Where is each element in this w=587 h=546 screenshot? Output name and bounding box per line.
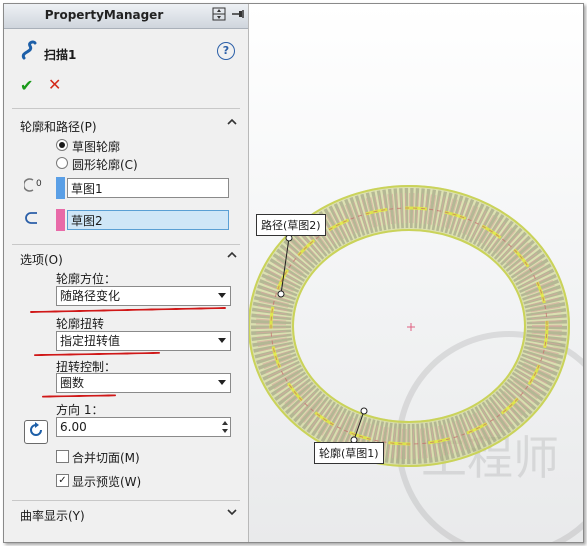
chevron-up-icon[interactable]: [226, 116, 238, 131]
checkbox[interactable]: ✓: [56, 474, 69, 487]
dropdown-arrow-icon[interactable]: [218, 293, 226, 298]
spin-up-icon[interactable]: [222, 421, 228, 425]
reverse-direction-icon[interactable]: [24, 420, 48, 444]
feature-name: 扫描1: [44, 48, 77, 62]
chevron-up-icon[interactable]: [226, 249, 238, 264]
twist-value: 指定扭转值: [60, 334, 121, 348]
profile-color-swatch: [56, 177, 65, 199]
panel-title: PropertyManager: [44, 8, 164, 22]
profile-selection-box[interactable]: 草图1: [67, 178, 229, 198]
graphics-viewport[interactable]: 工程师 路径(草图2) 轮廓(草图1): [249, 4, 583, 542]
sweep-icon: [20, 40, 38, 65]
profile-icon: 0: [23, 177, 44, 197]
radio-label: 草图轮廓: [72, 140, 121, 154]
red-annotation-underline: [30, 306, 226, 314]
path-callout[interactable]: 路径(草图2): [256, 214, 326, 236]
chevron-down-icon[interactable]: [226, 506, 238, 521]
property-manager-header: PropertyManager: [4, 4, 248, 29]
orientation-value: 随路径变化: [60, 289, 121, 303]
twist-control-select[interactable]: 圈数: [56, 373, 231, 393]
twist-select[interactable]: 指定扭转值: [56, 331, 231, 351]
direction-label: 方向 1：: [56, 403, 104, 417]
section-heading-profile-path[interactable]: 轮廓和路径(P): [20, 118, 97, 135]
orientation-select[interactable]: 随路径变化: [56, 286, 231, 306]
red-annotation-underline: [33, 351, 161, 357]
red-annotation-underline: [41, 394, 117, 398]
svg-text:0: 0: [36, 179, 42, 189]
checkbox[interactable]: [56, 450, 69, 463]
section-heading-curvature[interactable]: 曲率显示(Y): [20, 507, 85, 524]
pin-icon[interactable]: [230, 7, 246, 23]
section-heading-options[interactable]: 选项(O): [20, 251, 63, 268]
window-frame: PropertyManager 扫描1 ? ✔ ✕ 轮廓和路径(P) 草图轮廓: [3, 3, 584, 543]
radio-label: 圆形轮廓(C): [72, 158, 138, 172]
feature-title-row: 扫描1 ?: [4, 40, 248, 65]
checkbox-label: 显示预览(W): [72, 475, 142, 489]
direction-value-input[interactable]: 6.00: [56, 417, 231, 437]
path-icon: [24, 210, 44, 230]
divider: [12, 108, 240, 109]
divider: [12, 500, 240, 501]
cancel-button[interactable]: ✕: [48, 75, 61, 94]
radio-button[interactable]: [56, 139, 68, 151]
path-color-swatch: [56, 209, 65, 231]
path-selection-box[interactable]: 草图2: [67, 210, 229, 230]
profile-callout[interactable]: 轮廓(草图1): [314, 442, 384, 464]
checkbox-label: 合并切面(M): [72, 451, 140, 465]
dropdown-arrow-icon[interactable]: [218, 338, 226, 343]
spin-down-icon[interactable]: [222, 429, 228, 433]
radio-button[interactable]: [56, 157, 68, 169]
sweep-preview-graphic: 工程师: [249, 185, 583, 542]
divider: [12, 244, 240, 245]
ok-button[interactable]: ✔: [20, 76, 33, 95]
direction-value: 6.00: [60, 420, 87, 434]
split-view-icon[interactable]: [211, 7, 227, 23]
dropdown-arrow-icon[interactable]: [218, 380, 226, 385]
twist-control-value: 圈数: [60, 376, 85, 390]
help-icon[interactable]: ?: [217, 42, 235, 60]
origin-marker: [407, 323, 415, 331]
twist-label: 轮廓扭转: [56, 317, 105, 331]
property-manager-panel: PropertyManager 扫描1 ? ✔ ✕ 轮廓和路径(P) 草图轮廓: [4, 4, 249, 542]
orientation-label: 轮廓方位：: [56, 272, 117, 286]
